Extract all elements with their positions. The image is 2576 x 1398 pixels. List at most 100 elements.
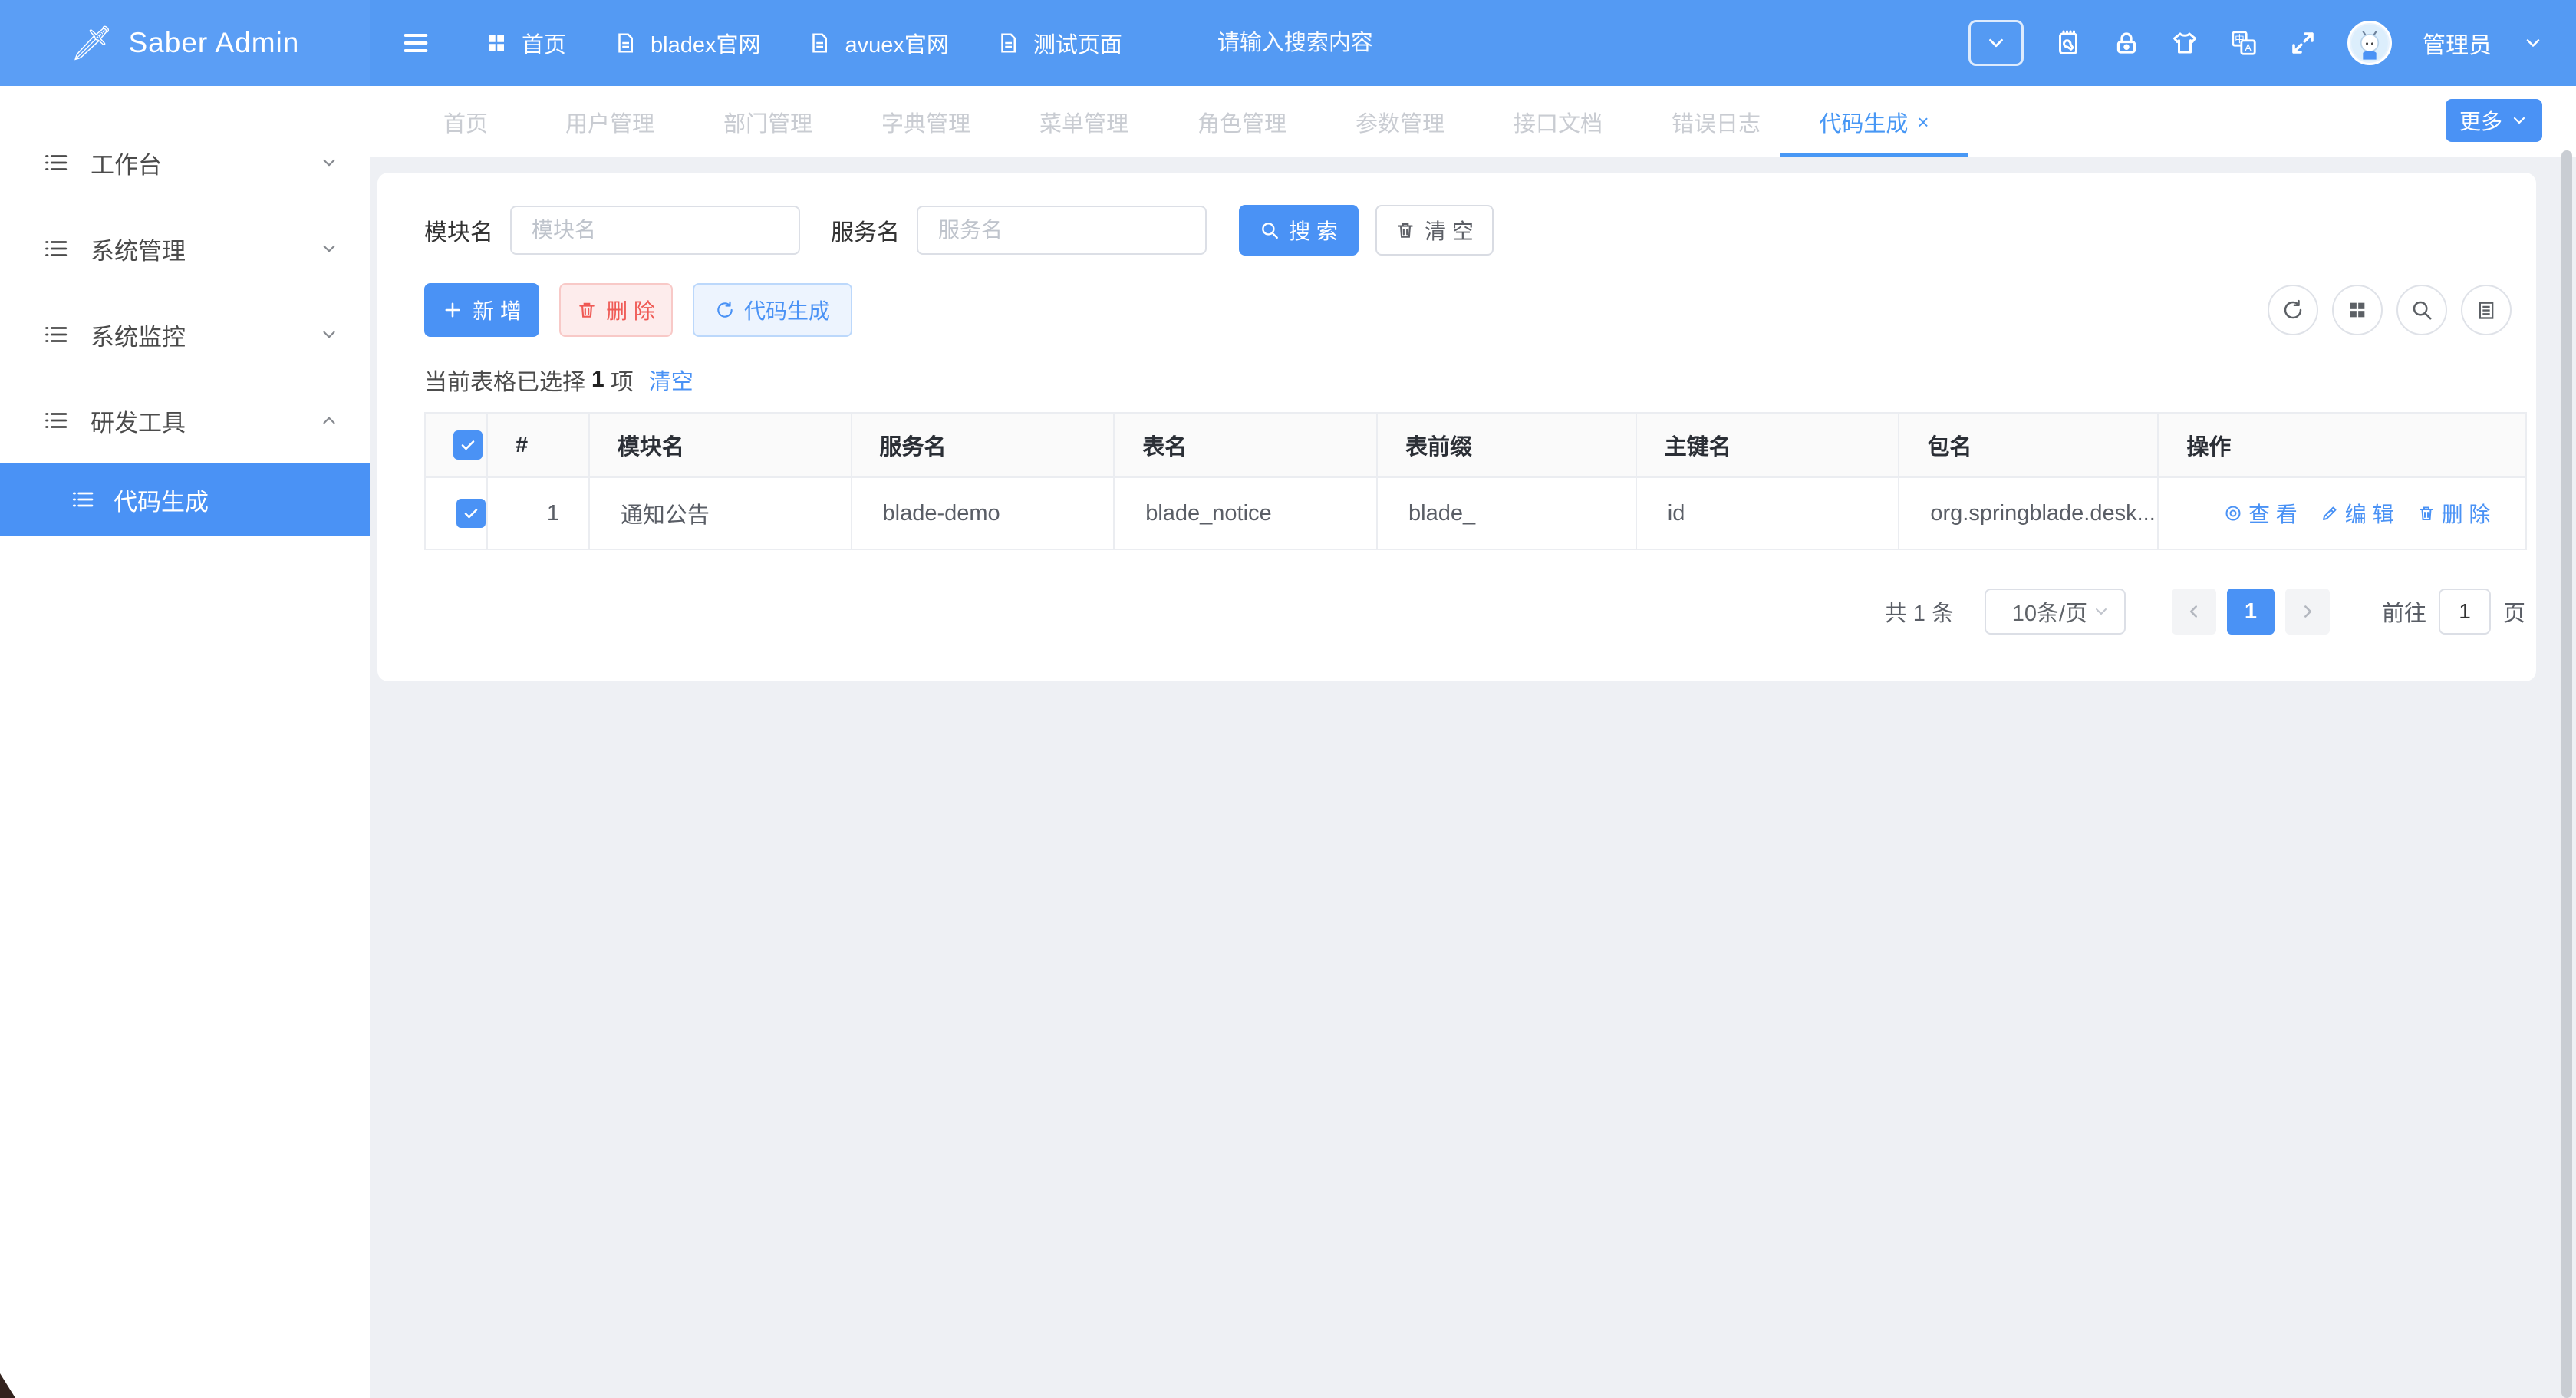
tab-label: 代码生成 xyxy=(1819,106,1908,138)
chevron-down-icon xyxy=(319,239,339,259)
refresh-button[interactable] xyxy=(2268,285,2318,335)
trash-icon xyxy=(577,300,597,320)
refresh-icon xyxy=(715,300,735,320)
header-right-tools: 中A 管理员 xyxy=(1968,20,2544,66)
sidebar-item-label: 研发工具 xyxy=(91,404,186,438)
sidebar-item-system-mgmt[interactable]: 系统管理 xyxy=(0,206,370,292)
dagger-icon: 🗡 xyxy=(71,23,114,63)
panel-toggle-button[interactable] xyxy=(1968,20,2024,66)
tab-param-mgmt[interactable]: 参数管理 xyxy=(1321,86,1479,157)
fullscreen-icon[interactable] xyxy=(2289,29,2317,57)
topnav-home[interactable]: 首页 xyxy=(485,27,566,59)
tab-user-mgmt[interactable]: 用户管理 xyxy=(531,86,689,157)
row-view-link[interactable]: 查 看 xyxy=(2224,498,2298,529)
chevron-down-icon xyxy=(2510,111,2528,130)
tab-close-icon[interactable]: × xyxy=(1917,110,1929,134)
document-icon xyxy=(614,31,637,54)
sidebar: 工作台 系统管理 系统监控 研发工具 代码生成 xyxy=(0,86,370,1398)
search-toggle-button[interactable] xyxy=(2396,285,2447,335)
selection-clear-link[interactable]: 清空 xyxy=(649,364,693,396)
topnav-bladex[interactable]: bladex官网 xyxy=(614,27,760,59)
codegen-panel: 模块名 服务名 搜 索 清 空 新 增 xyxy=(377,173,2536,681)
service-name-input[interactable] xyxy=(917,206,1207,255)
row-delete-link[interactable]: 删 除 xyxy=(2417,498,2491,529)
add-button[interactable]: 新 增 xyxy=(424,283,539,337)
codegen-table: # 模块名 服务名 表名 表前缀 主键名 包名 操作 1 通知公告 xyxy=(424,412,2527,550)
toolbar-row: 新 增 删 除 代码生成 xyxy=(424,283,2525,337)
selection-info: 当前表格已选择 1 项 清空 xyxy=(424,363,2525,397)
select-all-checkbox[interactable] xyxy=(453,430,483,460)
row-checkbox[interactable] xyxy=(456,499,486,528)
row-edit-label: 编 辑 xyxy=(2345,498,2394,529)
data-export-button[interactable] xyxy=(2461,285,2512,335)
tab-codegen-active[interactable]: 代码生成 × xyxy=(1795,86,1953,157)
topnav-testpage-label: 测试页面 xyxy=(1033,27,1122,59)
codegen-button[interactable]: 代码生成 xyxy=(693,283,852,337)
language-icon[interactable]: 中A xyxy=(2229,28,2258,58)
topnav-testpage[interactable]: 测试页面 xyxy=(996,27,1122,59)
global-search-input[interactable] xyxy=(1216,30,1538,57)
tab-dept-mgmt[interactable]: 部门管理 xyxy=(689,86,847,157)
codegen-button-label: 代码生成 xyxy=(744,295,830,325)
delete-button[interactable]: 删 除 xyxy=(559,283,673,337)
grid-icon xyxy=(485,31,508,54)
service-name-label: 服务名 xyxy=(831,213,900,247)
tab-menu-mgmt[interactable]: 菜单管理 xyxy=(1005,86,1163,157)
column-header-prefix: 表前缀 xyxy=(1377,413,1636,477)
prev-page-button[interactable] xyxy=(2172,589,2216,635)
sidebar-item-dev-tools[interactable]: 研发工具 xyxy=(0,378,370,463)
tab-label: 用户管理 xyxy=(565,106,654,138)
lock-icon[interactable] xyxy=(2113,29,2140,57)
user-name[interactable]: 管理员 xyxy=(2423,26,2492,60)
selection-count: 1 xyxy=(591,367,604,393)
sidebar-collapse-icon[interactable] xyxy=(400,28,431,58)
goto-label: 前往 xyxy=(2382,595,2426,628)
cell-prefix: blade_ xyxy=(1377,477,1636,549)
goto-page-input[interactable] xyxy=(2439,589,2491,635)
tab-dict-mgmt[interactable]: 字典管理 xyxy=(847,86,1005,157)
module-name-input[interactable] xyxy=(510,206,800,255)
app-title: Saber Admin xyxy=(129,27,300,59)
header-main: 首页 bladex官网 avuex官网 测试页面 xyxy=(370,0,2576,86)
sidebar-item-workbench[interactable]: 工作台 xyxy=(0,120,370,206)
filter-row: 模块名 服务名 搜 索 清 空 xyxy=(424,205,2525,256)
tab-role-mgmt[interactable]: 角色管理 xyxy=(1163,86,1321,157)
page-size-select[interactable]: 10条/页 xyxy=(1985,589,2126,635)
tabs-more-button[interactable]: 更多 xyxy=(2446,99,2542,142)
chevron-down-icon xyxy=(1985,31,2008,54)
selection-text: 当前表格已选择 xyxy=(424,363,585,397)
table-tools xyxy=(2268,285,2512,335)
vertical-scrollbar[interactable] xyxy=(2561,150,2572,1398)
clear-button[interactable]: 清 空 xyxy=(1375,205,1494,256)
workorder-icon[interactable] xyxy=(2054,29,2082,57)
document-icon xyxy=(808,31,831,54)
cell-index: 1 xyxy=(487,477,589,549)
sidebar-item-system-monitor[interactable]: 系统监控 xyxy=(0,292,370,378)
page-size-value: 10条/页 xyxy=(2008,595,2092,628)
sidebar-item-codegen[interactable]: 代码生成 xyxy=(0,463,370,536)
next-page-button[interactable] xyxy=(2285,589,2330,635)
theme-shirt-icon[interactable] xyxy=(2171,29,2199,57)
page-number-current[interactable]: 1 xyxy=(2227,589,2275,635)
top-header: 🗡 Saber Admin 首页 bladex官网 avuex官网 测试页面 xyxy=(0,0,2576,86)
tab-label: 部门管理 xyxy=(723,106,812,138)
tab-api-docs[interactable]: 接口文档 xyxy=(1479,86,1637,157)
clear-button-label: 清 空 xyxy=(1425,215,1474,246)
column-settings-button[interactable] xyxy=(2332,285,2383,335)
view-icon xyxy=(2224,504,2242,523)
tab-error-log[interactable]: 错误日志 xyxy=(1637,86,1795,157)
tab-home[interactable]: 首页 xyxy=(400,86,531,157)
search-button[interactable]: 搜 索 xyxy=(1239,205,1359,256)
user-menu-chevron-icon[interactable] xyxy=(2522,32,2544,54)
topnav-avuex[interactable]: avuex官网 xyxy=(808,27,948,59)
cell-actions: 查 看 编 辑 删 除 xyxy=(2158,477,2526,549)
row-edit-link[interactable]: 编 辑 xyxy=(2321,498,2394,529)
list-icon xyxy=(43,150,69,176)
topnav-avuex-label: avuex官网 xyxy=(845,27,948,59)
module-name-label: 模块名 xyxy=(424,213,493,247)
sidebar-subitem-label: 代码生成 xyxy=(114,483,209,517)
trash-icon xyxy=(1395,220,1415,240)
search-icon xyxy=(2410,298,2433,321)
user-avatar[interactable] xyxy=(2347,21,2392,65)
grid-icon xyxy=(2347,299,2368,321)
